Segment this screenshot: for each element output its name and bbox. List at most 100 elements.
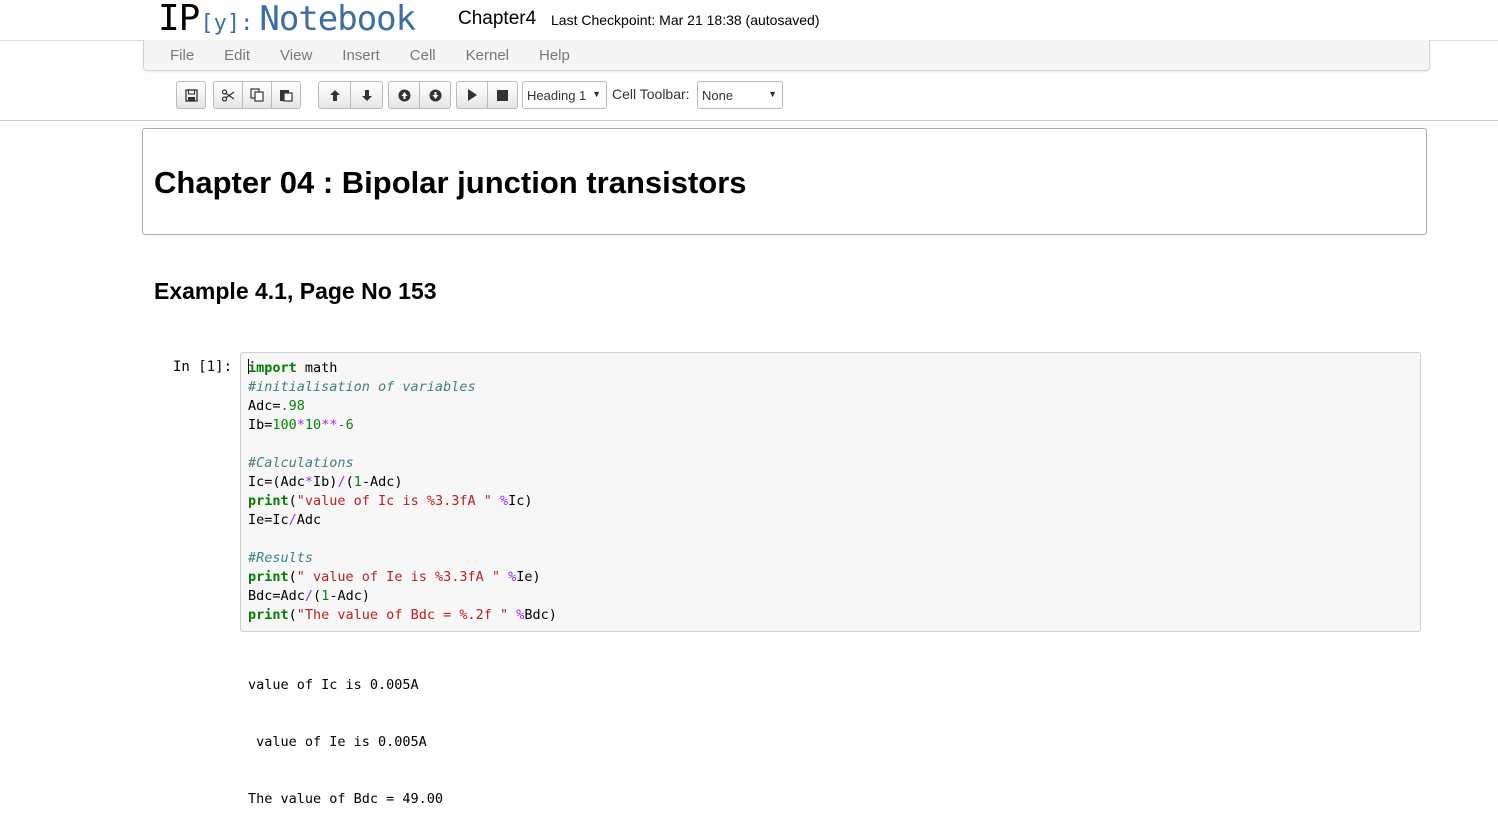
paste-button[interactable]: [271, 81, 301, 109]
code-token: 1: [353, 474, 362, 490]
copy-button[interactable]: [242, 81, 272, 109]
code-token: #Calculations: [248, 455, 354, 471]
code-token: "The value of Bdc = %.2f ": [296, 607, 509, 623]
example-heading[interactable]: Example 4.1, Page No 153: [154, 278, 437, 305]
code-cell-editor[interactable]: import math #initialisation of variables A…: [240, 352, 1421, 632]
logo-ip-text: IP: [158, 0, 200, 39]
code-token: " value of Ie is %3.3fA ": [296, 569, 500, 585]
code-token: Bdc): [524, 607, 557, 623]
menu-cell[interactable]: Cell: [410, 47, 436, 64]
menu-edit[interactable]: Edit: [224, 47, 250, 64]
code-content[interactable]: import math #initialisation of variables A…: [248, 359, 557, 625]
cell-toolbar-select[interactable]: None ▼: [697, 81, 783, 109]
save-button[interactable]: [176, 81, 206, 109]
code-token: (: [288, 569, 297, 585]
input-prompt: In [1]:: [173, 359, 233, 375]
output-line: The value of Bdc = 49.00: [248, 791, 444, 807]
code-token: print: [248, 493, 289, 509]
cell-output: value of Ic is 0.005A value of Ie is 0.0…: [248, 638, 443, 828]
arrow-up-icon: [329, 89, 340, 101]
code-line: Ic=(Adc*Ib)/(1-Adc): [248, 473, 557, 492]
chevron-down-icon: ▼: [768, 89, 777, 99]
cut-button[interactable]: [213, 81, 243, 109]
code-token: 10: [304, 417, 322, 433]
insert-group: [388, 81, 451, 109]
code-token: (: [313, 588, 322, 604]
insert-below-button[interactable]: [419, 81, 451, 109]
arrow-down-icon: [361, 89, 372, 101]
toolbar: Heading 1 ▼ Cell Toolbar: None ▼: [0, 80, 1498, 121]
notebook-name[interactable]: Chapter4: [458, 8, 536, 30]
code-token: Ib=: [248, 417, 273, 433]
run-cell-button[interactable]: [456, 81, 488, 109]
code-token: import: [248, 360, 297, 376]
menu-view[interactable]: View: [280, 47, 312, 64]
code-token: -Adc): [361, 474, 403, 490]
menubar: File Edit View Insert Cell Kernel Help: [143, 40, 1430, 71]
code-token: .98: [280, 398, 305, 414]
ipython-logo[interactable]: IP [y]: Notebook: [158, 0, 416, 39]
cut-icon: [221, 88, 235, 102]
menu-kernel[interactable]: Kernel: [466, 47, 509, 64]
code-line: Ie=Ic/Adc: [248, 511, 557, 530]
menu-insert[interactable]: Insert: [342, 47, 380, 64]
code-token: Ie=Ic: [248, 512, 289, 528]
save-icon: [184, 88, 198, 102]
heading1-cell[interactable]: Chapter 04 : Bipolar junction transistor…: [142, 128, 1427, 235]
cell-type-select[interactable]: Heading 1 ▼: [522, 81, 607, 109]
code-token: *: [304, 474, 314, 490]
code-token: -Adc): [329, 588, 370, 604]
insert-above-button[interactable]: [388, 81, 420, 109]
cell-toolbar-label: Cell Toolbar:: [612, 86, 690, 102]
code-token: Ic=(Adc: [248, 474, 305, 490]
code-token: **-: [321, 417, 346, 433]
code-token: Bdc=Adc: [248, 588, 305, 604]
move-down-button[interactable]: [350, 81, 383, 109]
code-token: print: [248, 569, 289, 585]
code-token: #initialisation of variables: [248, 379, 476, 395]
code-line: import math: [248, 359, 557, 378]
menu-help[interactable]: Help: [539, 47, 570, 64]
clipboard-group: [213, 81, 301, 109]
run-group: [456, 81, 518, 109]
code-token: *: [296, 417, 305, 433]
code-line: Ib=100*10**-6: [248, 416, 557, 435]
interrupt-kernel-button[interactable]: [487, 81, 518, 109]
insert-above-icon: [398, 89, 410, 101]
code-line: Adc=.98: [248, 397, 557, 416]
logo-y-text: [y]:: [200, 11, 254, 36]
code-token: %: [500, 493, 509, 509]
code-token: Adc: [296, 512, 322, 528]
code-line: Bdc=Adc/(1-Adc): [248, 587, 557, 606]
paste-icon: [280, 90, 293, 102]
chevron-down-icon: ▼: [592, 89, 601, 99]
menu-file[interactable]: File: [170, 47, 194, 64]
code-line: print("value of Ic is %3.3fA " %Ic): [248, 492, 557, 511]
code-token: 100: [272, 417, 297, 433]
code-token: print: [248, 607, 289, 623]
code-line: #initialisation of variables: [248, 378, 557, 397]
code-token: 6: [345, 417, 354, 433]
code-token: Ic): [508, 493, 533, 509]
code-token: (: [288, 607, 297, 623]
code-token: Ie): [516, 569, 541, 585]
run-icon: [467, 89, 477, 101]
move-up-button[interactable]: [318, 81, 351, 109]
code-token: Adc=: [248, 398, 281, 414]
notebook-header: IP [y]: Notebook Chapter4 Last Checkpoin…: [0, 0, 1498, 41]
code-token: /: [288, 512, 297, 528]
stop-icon: [497, 89, 508, 101]
code-token: #Results: [248, 550, 314, 566]
code-token: "value of Ic is %3.3fA ": [296, 493, 492, 509]
code-token: math: [296, 360, 338, 376]
chapter-heading: Chapter 04 : Bipolar junction transistor…: [154, 165, 747, 200]
cell-toolbar-value: None: [702, 87, 734, 103]
code-token: (: [345, 474, 354, 490]
checkpoint-status: Last Checkpoint: Mar 21 18:38 (autosaved…: [551, 12, 820, 28]
code-token: (: [288, 493, 297, 509]
logo-notebook-text: Notebook: [259, 0, 416, 39]
copy-icon: [250, 88, 264, 102]
